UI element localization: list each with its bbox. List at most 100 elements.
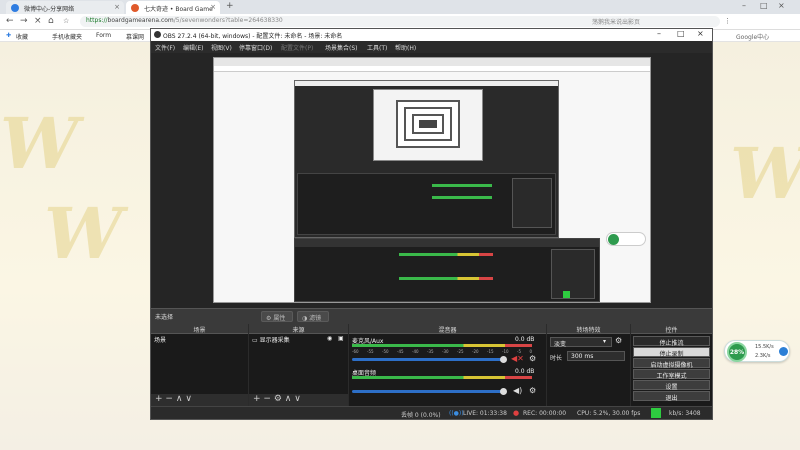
settings-button[interactable]: 设置 — [633, 380, 710, 391]
live-time: LIVE: 01:33:38 — [463, 410, 507, 417]
preview-address-bar — [214, 66, 650, 72]
close-window-icon[interactable]: × — [697, 29, 704, 38]
transitions-dock-header: 转场特效 — [547, 324, 630, 334]
obs-logo-icon — [154, 31, 161, 38]
preview-status-indicator — [563, 291, 570, 298]
gear-icon[interactable]: ⚙ — [529, 354, 536, 363]
speaker-icon[interactable]: ◀) — [513, 386, 522, 395]
search-box-right[interactable]: Google中心 — [736, 32, 769, 41]
obs-window-title: OBS 27.2.4 (64-bit, windows) - 配置文件: 未命名… — [163, 33, 343, 40]
scene-item[interactable]: 场景 — [151, 334, 248, 344]
filters-button[interactable]: ◑ 滤镜 — [297, 311, 329, 322]
menu-docks[interactable]: 停靠窗口(D) — [239, 43, 272, 52]
studio-mode-button[interactable]: 工作室模式 — [633, 369, 710, 380]
arrow-down-icon[interactable]: ∨ — [294, 394, 301, 404]
start-virtual-camera-button[interactable]: 启动虚拟摄像机 — [633, 358, 710, 369]
no-source-selected-label: 未选择 — [155, 314, 174, 321]
eye-icon[interactable]: ◉ — [327, 335, 332, 342]
tab-favicon-icon — [11, 4, 19, 12]
stop-recording-button[interactable]: 停止录制 — [633, 347, 710, 358]
usage-percent: 28% — [729, 349, 745, 356]
arrow-up-icon[interactable]: ∧ — [176, 394, 183, 404]
source-item[interactable]: ▭ 显示器采集 ◉ ▣ — [249, 334, 348, 344]
remove-icon[interactable]: − — [263, 394, 271, 404]
maximize-icon[interactable]: □ — [760, 1, 768, 10]
bookmark-item[interactable]: Form — [96, 32, 111, 39]
close-icon[interactable]: × — [210, 3, 216, 11]
watermark-decoration: W — [44, 192, 123, 275]
menu-help[interactable]: 帮助(H) — [395, 43, 416, 52]
lock-icon[interactable]: ▣ — [338, 335, 344, 342]
scenes-list[interactable]: 场景 — [151, 334, 248, 394]
add-icon[interactable]: + — [253, 394, 261, 404]
bookmark-star-icon[interactable]: ☆ — [63, 17, 69, 25]
monitor-icon: ▭ — [252, 337, 258, 344]
menu-scene-collection[interactable]: 场景集合(S) — [325, 43, 358, 52]
watermark-decoration: W — [0, 102, 79, 185]
controls-body: 停止推流 停止录制 启动虚拟摄像机 工作室模式 设置 退出 — [631, 334, 712, 406]
add-icon[interactable]: + — [155, 394, 163, 404]
recursive-frame — [412, 114, 444, 134]
bookmark-icon: ✚ — [6, 32, 12, 39]
remove-icon[interactable]: − — [165, 394, 173, 404]
mixer-channel-meter — [352, 376, 532, 379]
live-indicator-icon: ((●)) — [449, 410, 464, 417]
gear-icon[interactable]: ⚙ — [615, 336, 622, 345]
url-input[interactable]: https://boardgamearena.com/5/sevenwonder… — [80, 16, 720, 27]
mixer-slider-handle[interactable] — [500, 356, 507, 363]
back-icon[interactable]: ← — [6, 16, 14, 26]
forward-icon[interactable]: → — [20, 16, 28, 26]
bookmark-item[interactable]: 手机收藏夹 — [52, 32, 82, 41]
mixer-channel-meter — [352, 344, 532, 347]
filter-icon: ◑ — [302, 315, 308, 322]
mixer-volume-slider[interactable] — [352, 390, 502, 393]
menu-tools[interactable]: 工具(T) — [367, 43, 387, 52]
extensions-icon[interactable]: ⋮ — [724, 17, 731, 25]
menu-edit[interactable]: 编辑(E) — [183, 43, 203, 52]
scenes-dock-header: 场景 — [151, 324, 248, 334]
mixer-dock-title: 混音器 — [438, 327, 457, 334]
sources-list[interactable]: ▭ 显示器采集 ◉ ▣ — [249, 334, 348, 394]
stop-icon[interactable]: × — [34, 16, 42, 26]
boost-button[interactable] — [779, 347, 788, 356]
gear-icon[interactable]: ⚙ — [529, 386, 536, 395]
mixer-slider-handle[interactable] — [500, 388, 507, 395]
sources-dock-title: 来源 — [292, 327, 305, 334]
menu-file[interactable]: 文件(F) — [155, 43, 175, 52]
minimize-icon[interactable]: – — [742, 1, 746, 10]
preview-widget-ring — [608, 234, 619, 245]
obs-preview[interactable] — [151, 53, 712, 308]
chevron-down-icon: ▾ — [603, 338, 607, 345]
network-speed-widget[interactable]: 28% 15.5K/s 2.3K/s — [724, 340, 790, 362]
duration-input[interactable]: 300 ms — [567, 351, 625, 361]
menu-view[interactable]: 视图(V) — [211, 43, 232, 52]
bitrate-label: kb/s: 3408 — [669, 410, 701, 417]
mixer-channel-db: 0.0 dB — [515, 336, 535, 343]
menu-profile[interactable]: 配置文件(P) — [281, 43, 313, 52]
maximize-icon[interactable]: □ — [677, 29, 685, 38]
preview-meter — [432, 196, 492, 199]
gear-icon[interactable]: ⚙ — [274, 394, 282, 404]
properties-label: 属性 — [273, 315, 286, 322]
mixer-volume-slider[interactable] — [352, 358, 502, 361]
exit-button[interactable]: 退出 — [633, 391, 710, 402]
obs-source-toolbar: 未选择 ⚙ 属性 ◑ 滤镜 — [151, 308, 712, 324]
preview-meter — [399, 253, 493, 257]
browser-tab-2[interactable]: 七大奇迹 • Board Game × — [126, 1, 220, 14]
home-icon[interactable]: ⌂ — [48, 16, 54, 26]
properties-button[interactable]: ⚙ 属性 — [261, 311, 293, 322]
new-tab-button[interactable]: + — [226, 1, 234, 11]
bookmark-item[interactable]: 收藏 — [16, 32, 28, 41]
arrow-down-icon[interactable]: ∨ — [185, 394, 192, 404]
transition-type-select[interactable]: 淡变 ▾ — [550, 337, 612, 348]
transitions-dock-title: 转场特效 — [576, 327, 601, 334]
speaker-muted-icon[interactable]: ◀✕ — [511, 354, 524, 363]
browser-tab-1[interactable]: 微博中心-分享网络 × — [6, 1, 124, 14]
stop-streaming-button[interactable]: 停止推流 — [633, 336, 710, 347]
close-window-icon[interactable]: × — [778, 1, 785, 10]
close-icon[interactable]: × — [114, 3, 120, 11]
bookmark-item[interactable]: 慕课网 — [126, 32, 144, 41]
arrow-up-icon[interactable]: ∧ — [285, 394, 292, 404]
minimize-icon[interactable]: – — [657, 29, 661, 38]
preview-docks-level-1 — [294, 238, 600, 302]
